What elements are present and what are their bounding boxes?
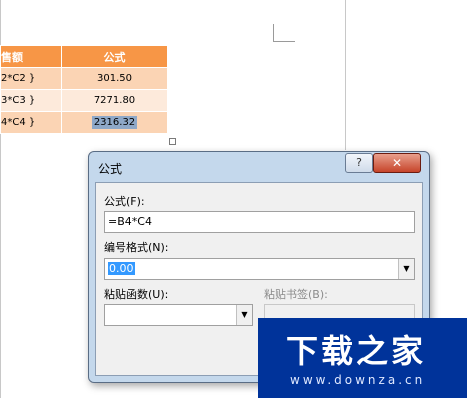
- page-right-edge: [345, 0, 346, 150]
- table-row: 2*C2 } 301.50: [0, 67, 168, 90]
- table-row: 4*C4 } 2316.32: [0, 111, 168, 134]
- crop-mark: [273, 41, 295, 42]
- paste-function-select[interactable]: ▼: [104, 304, 253, 326]
- header-sales[interactable]: 售额: [0, 45, 62, 68]
- formula-code-cell[interactable]: 2*C2 }: [0, 67, 62, 90]
- result-cell[interactable]: 301.50: [61, 67, 168, 90]
- selected-field-result[interactable]: 2316.32: [91, 116, 138, 129]
- formula-code-cell[interactable]: 4*C4 }: [0, 111, 62, 134]
- number-format-value: 0.00: [108, 262, 135, 275]
- paste-bookmark-label: 粘贴书签(B):: [264, 288, 328, 301]
- number-format-combobox[interactable]: 0.00 ▼: [104, 258, 415, 280]
- document-table[interactable]: 售额 公式 2*C2 } 301.50 3*C3 } 7271.80 4*C4 …: [0, 45, 168, 134]
- crop-mark: [273, 24, 274, 42]
- header-formula[interactable]: 公式: [61, 45, 168, 68]
- watermark-title: 下载之家: [286, 332, 427, 370]
- chevron-down-icon[interactable]: ▼: [398, 259, 414, 279]
- formula-input[interactable]: =B4*C4: [104, 211, 415, 233]
- table-resize-handle[interactable]: [169, 138, 176, 145]
- table-header-row: 售额 公式: [0, 45, 168, 68]
- help-button[interactable]: ?: [345, 153, 373, 173]
- formula-label: 公式(F):: [104, 195, 145, 208]
- number-format-label: 编号格式(N):: [104, 241, 169, 254]
- dialog-title: 公式: [98, 162, 123, 176]
- paste-function-label: 粘贴函数(U):: [104, 288, 169, 301]
- result-cell[interactable]: 2316.32: [61, 111, 168, 134]
- formula-code-cell[interactable]: 3*C3 }: [0, 89, 62, 112]
- table-row: 3*C3 } 7271.80: [0, 89, 168, 112]
- chevron-down-icon[interactable]: ▼: [236, 305, 252, 325]
- watermark-logo: 下载之家 www.downza.cn: [258, 318, 467, 398]
- close-button[interactable]: ✕: [373, 153, 421, 173]
- watermark-url: www.downza.cn: [290, 373, 426, 387]
- result-cell[interactable]: 7271.80: [61, 89, 168, 112]
